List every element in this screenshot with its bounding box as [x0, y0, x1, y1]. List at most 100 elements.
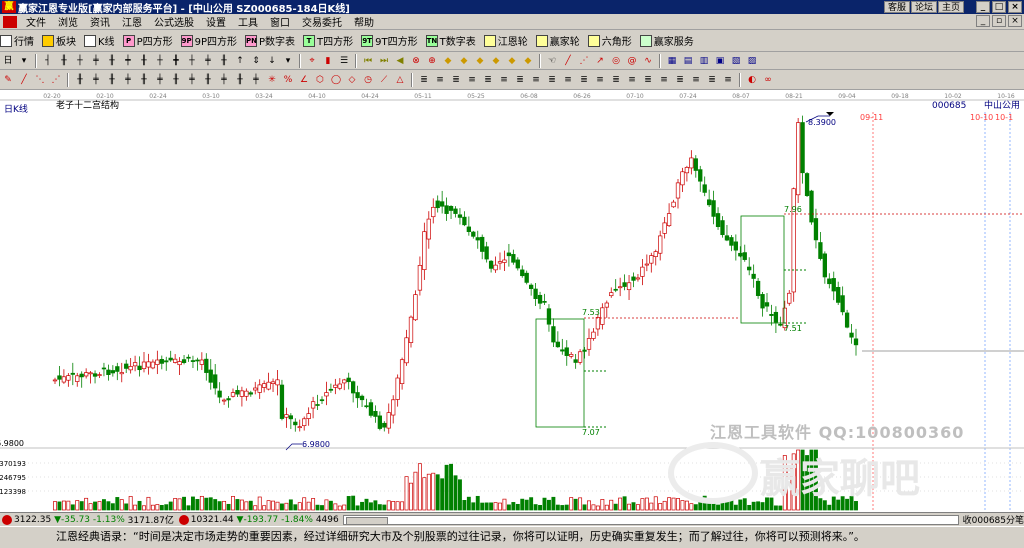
fib-icon[interactable]: ≡ [433, 73, 447, 87]
pencil-icon[interactable]: ✎ [1, 73, 15, 87]
fib-icon[interactable]: ≡ [465, 73, 479, 87]
fib-icon[interactable]: ≡ [721, 73, 735, 87]
menu-window[interactable]: 窗口 [264, 14, 296, 29]
infinity-icon[interactable]: ∞ [761, 73, 775, 87]
fib-icon[interactable]: ≡ [657, 73, 671, 87]
toolbar-button-gann-wheel[interactable]: 江恩轮 [483, 33, 528, 48]
last-icon[interactable]: ⏭ [377, 54, 391, 68]
fib-icon[interactable]: ≣ [609, 73, 623, 87]
maximize-button[interactable]: □ [992, 1, 1006, 13]
angle-icon[interactable]: ∠ [297, 73, 311, 87]
homepage-link[interactable]: 主页 [937, 1, 964, 13]
fib-icon[interactable]: ≡ [689, 73, 703, 87]
back-icon[interactable]: ◀ [393, 54, 407, 68]
up-arrow-icon[interactable]: ↑ [233, 54, 247, 68]
toolbar-button-hexagon[interactable]: 六角形 [587, 33, 632, 48]
service-link[interactable]: 客服 [883, 1, 910, 13]
system-menu-icon[interactable] [3, 15, 17, 28]
forum-link[interactable]: 论坛 [910, 1, 937, 13]
toolbar-button-blocks[interactable]: 板块 [42, 33, 76, 48]
toolbar-button-service[interactable]: 赢家服务 [639, 33, 694, 48]
diamond-icon[interactable]: ◆ [457, 54, 471, 68]
menu-settings[interactable]: 设置 [200, 14, 232, 29]
bar-chart-icon[interactable]: ┤ [41, 54, 55, 68]
menu-help[interactable]: 帮助 [348, 14, 380, 29]
triangle-icon[interactable]: △ [393, 73, 407, 87]
mdi-minimize-button[interactable]: _ [976, 15, 990, 27]
circle-icon[interactable]: ◎ [609, 54, 623, 68]
fib-icon[interactable]: ≡ [529, 73, 543, 87]
fan-icon[interactable]: ⋰ [577, 54, 591, 68]
color-wheel-icon[interactable]: ◐ [745, 73, 759, 87]
chart-icon[interactable]: ▥ [697, 54, 711, 68]
spiral-icon[interactable]: @ [625, 54, 639, 68]
mdi-close-button[interactable]: × [1008, 15, 1022, 27]
gann-fan-icon[interactable]: ⋱ [33, 73, 47, 87]
bar-chart-icon[interactable]: ┼ [153, 54, 167, 68]
ray-icon[interactable]: ↗ [593, 54, 607, 68]
dropdown-icon[interactable]: ▾ [17, 54, 31, 68]
save-icon[interactable]: ▣ [713, 54, 727, 68]
gann-fan-icon[interactable]: ⋰ [49, 73, 63, 87]
grid-tool-icon[interactable]: ╫ [169, 73, 183, 87]
fib-icon[interactable]: ≣ [705, 73, 719, 87]
menu-formula-screen[interactable]: 公式选股 [148, 14, 200, 29]
period-day-icon[interactable]: 日 [1, 54, 15, 68]
menu-trade[interactable]: 交易委托 [296, 14, 348, 29]
close-button[interactable]: × [1008, 1, 1022, 13]
hex-icon[interactable]: ⬡ [313, 73, 327, 87]
bar-chart-icon[interactable]: ┿ [121, 54, 135, 68]
fib-icon[interactable]: ≡ [625, 73, 639, 87]
dropdown-icon[interactable]: ▾ [281, 54, 295, 68]
fib-icon[interactable]: ≣ [641, 73, 655, 87]
grid-tool-icon[interactable]: ╫ [137, 73, 151, 87]
bar-chart-icon[interactable]: ╫ [217, 54, 231, 68]
fib-icon[interactable]: ≣ [449, 73, 463, 87]
line-icon[interactable]: ╱ [17, 73, 31, 87]
menu-tools[interactable]: 工具 [232, 14, 264, 29]
menu-file[interactable]: 文件 [20, 14, 52, 29]
diamond-icon[interactable]: ◆ [489, 54, 503, 68]
table-icon[interactable]: ▤ [681, 54, 695, 68]
bar-chart-icon[interactable]: ╪ [89, 54, 103, 68]
clock-icon[interactable]: ◷ [361, 73, 375, 87]
fib-icon[interactable]: ≣ [545, 73, 559, 87]
list-icon[interactable]: ☰ [337, 54, 351, 68]
fib-icon[interactable]: ≣ [513, 73, 527, 87]
bar-chart-icon[interactable]: ╂ [137, 54, 151, 68]
grid-tool-icon[interactable]: ╪ [217, 73, 231, 87]
status-scrollbar[interactable] [342, 514, 959, 525]
export-icon[interactable]: ▨ [745, 54, 759, 68]
fib-icon[interactable]: ≣ [673, 73, 687, 87]
mdi-restore-button[interactable]: ▫ [992, 15, 1006, 27]
bar-chart-icon[interactable]: ╋ [169, 54, 183, 68]
percent-icon[interactable]: % [281, 73, 295, 87]
hand-icon[interactable]: ☜ [545, 54, 559, 68]
bar-chart-icon[interactable]: ╫ [105, 54, 119, 68]
menu-browse[interactable]: 浏览 [52, 14, 84, 29]
grid-tool-icon[interactable]: ╫ [201, 73, 215, 87]
toolbar-button-kline[interactable]: K线 [84, 33, 115, 48]
fib-icon[interactable]: ≣ [577, 73, 591, 87]
tick-detail-label[interactable]: 收000685分笔 [963, 513, 1024, 526]
bar-chart-icon[interactable]: ┼ [73, 54, 87, 68]
first-icon[interactable]: ⏮ [361, 54, 375, 68]
star-icon[interactable]: ✳ [265, 73, 279, 87]
line-icon[interactable]: ╱ [561, 54, 575, 68]
toolbar-button-t-square[interactable]: T T四方形 [303, 33, 353, 48]
menu-gann[interactable]: 江恩 [116, 14, 148, 29]
diamond-icon[interactable]: ◆ [441, 54, 455, 68]
diamond-icon[interactable]: ◆ [473, 54, 487, 68]
print-icon[interactable]: ▧ [729, 54, 743, 68]
toolbar-button-grid[interactable]: 行情 [0, 33, 34, 48]
grid-tool-icon[interactable]: ╫ [233, 73, 247, 87]
toolbar-button-p-square[interactable]: P P四方形 [122, 33, 173, 48]
grid-tool-icon[interactable]: ╪ [249, 73, 263, 87]
bar-chart-icon[interactable]: ┼ [185, 54, 199, 68]
grid-tool-icon[interactable]: ╪ [153, 73, 167, 87]
chart-area[interactable]: 02-20 02-10 02-24 03-10 03-24 04-10 04-24 05-11… [0, 90, 1024, 512]
ellipse-icon[interactable]: ◯ [329, 73, 343, 87]
kline-icon[interactable]: ▮ [321, 54, 335, 68]
grid-tool-icon[interactable]: ╪ [89, 73, 103, 87]
diamond-icon[interactable]: ◆ [521, 54, 535, 68]
